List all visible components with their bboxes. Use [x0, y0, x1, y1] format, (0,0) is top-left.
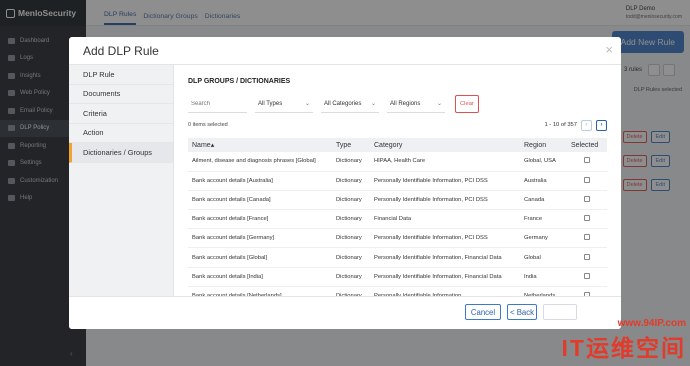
cell-name: Bank account details [France]	[188, 209, 332, 230]
cell-region: Germany	[520, 228, 567, 249]
nav-item-dictionaries-groups[interactable]: Dictionaries / Groups	[69, 143, 173, 163]
cell-name: Bank account details [Australia]	[188, 171, 332, 191]
cell-type: Dictionary	[332, 190, 370, 211]
next-page-button[interactable]: ›	[596, 119, 607, 131]
cell-category: Personally Identifiable Information, PCI…	[370, 190, 520, 211]
table-row[interactable]: Bank account details [France] Dictionary F…	[188, 209, 607, 230]
category-select[interactable]: All Categories ⌄	[321, 95, 379, 113]
region-select[interactable]: All Regions ⌄	[387, 95, 445, 113]
select-checkbox[interactable]	[584, 215, 590, 222]
nav-item-documents[interactable]: Documents	[69, 85, 173, 104]
selection-row: 0 items selected 1 - 10 of 357 ‹ ›	[188, 119, 607, 131]
cell-region: France	[520, 209, 567, 230]
column-header-region[interactable]: Region	[520, 138, 567, 152]
chevron-down-icon: ⌄	[370, 101, 376, 107]
cell-type: Dictionary	[332, 171, 370, 191]
cancel-button[interactable]: Cancel	[465, 304, 501, 320]
cell-category: Personally Identifiable Information, PCI…	[370, 228, 520, 249]
filter-bar: All Types ⌄ All Categories ⌄ All Regions…	[188, 95, 607, 113]
modal-title: Add DLP Rule	[83, 43, 159, 58]
cell-type: Dictionary	[332, 152, 370, 172]
cell-selected	[567, 228, 607, 249]
cell-selected	[567, 152, 607, 172]
select-checkbox[interactable]	[584, 176, 590, 183]
selected-count: 0 items selected	[188, 122, 228, 128]
wizard-nav: DLP Rule Documents Criteria Action Dicti…	[69, 65, 174, 296]
back-button[interactable]: < Back	[507, 304, 537, 320]
select-checkbox[interactable]	[584, 195, 590, 202]
nav-item-action[interactable]: Action	[69, 124, 173, 143]
cell-category: Personally Identifiable Information, PCI…	[370, 171, 520, 191]
cell-category: Personally Identifiable Information, Fin…	[370, 247, 520, 268]
cell-category: Financial Data	[370, 209, 520, 230]
cell-name: Bank account details [India]	[188, 267, 332, 287]
watermark: www.94IP.com IT运维空间	[562, 318, 686, 363]
select-checkbox[interactable]	[584, 157, 590, 164]
table-row[interactable]: Bank account details [India] Dictionary Pe…	[188, 267, 607, 287]
column-header-type[interactable]: Type	[332, 138, 370, 152]
table-row[interactable]: Bank account details [Canada] Dictionary P…	[188, 190, 607, 211]
chevron-down-icon: ⌄	[304, 101, 310, 107]
sort-asc-icon: ▴	[210, 142, 215, 149]
close-icon[interactable]: ×	[605, 42, 613, 57]
watermark-text: IT运维空间	[561, 335, 686, 361]
cell-name: Bank account details [Germany]	[188, 228, 332, 249]
add-dlp-rule-modal: Add DLP Rule × DLP Rule Documents Criter…	[69, 37, 621, 329]
type-select[interactable]: All Types ⌄	[255, 95, 313, 113]
cell-selected	[567, 190, 607, 211]
cell-type: Dictionary	[332, 228, 370, 249]
cell-name: Bank account details [Global]	[188, 247, 332, 268]
pagination: 1 - 10 of 357 ‹ ›	[544, 119, 607, 131]
cell-type: Dictionary	[332, 209, 370, 230]
dictionary-table: Name▴ Type Category Region Selected Ailm…	[188, 138, 607, 307]
table-row[interactable]: Bank account details [Global] Dictionary P…	[188, 247, 607, 268]
modal-footer: Cancel < Back	[69, 296, 621, 329]
cell-category: Personally Identifiable Information, Fin…	[370, 267, 520, 287]
page-range: 1 - 10 of 357	[544, 122, 577, 128]
chevron-down-icon: ⌄	[436, 101, 442, 107]
table-row[interactable]: Bank account details [Australia] Dictiona…	[188, 171, 607, 191]
select-checkbox[interactable]	[584, 253, 590, 260]
watermark-url: www.94IP.com	[617, 318, 686, 329]
select-checkbox[interactable]	[584, 272, 590, 279]
column-header-category[interactable]: Category	[370, 138, 520, 152]
table-header-row: Name▴ Type Category Region Selected	[188, 138, 607, 152]
cell-selected	[567, 267, 607, 287]
cell-name: Bank account details [Canada]	[188, 190, 332, 211]
cell-category: HIPAA, Health Care	[370, 152, 520, 172]
cell-selected	[567, 247, 607, 268]
nav-item-criteria[interactable]: Criteria	[69, 104, 173, 124]
cell-region: Global	[520, 247, 567, 268]
modal-header: Add DLP Rule	[69, 37, 621, 65]
column-header-name[interactable]: Name▴	[188, 138, 332, 152]
cell-selected	[567, 209, 607, 230]
table-row[interactable]: Bank account details [Germany] Dictionary…	[188, 228, 607, 249]
cell-region: India	[520, 267, 567, 287]
section-title: DLP GROUPS / DICTIONARIES	[188, 78, 291, 85]
cell-type: Dictionary	[332, 247, 370, 268]
cell-region: Global, USA	[520, 152, 567, 172]
select-checkbox[interactable]	[584, 234, 590, 241]
cell-selected	[567, 171, 607, 191]
nav-item-dlp-rule[interactable]: DLP Rule	[69, 65, 173, 85]
prev-page-button[interactable]: ‹	[581, 119, 592, 131]
column-header-selected: Selected	[567, 138, 607, 152]
dictionaries-panel: DLP GROUPS / DICTIONARIES All Types ⌄ Al…	[174, 65, 621, 307]
search-input[interactable]	[188, 95, 247, 113]
cell-region: Canada	[520, 190, 567, 211]
clear-button[interactable]: Clear	[455, 95, 479, 113]
cell-name: Ailment, disease and diagnosis phrases […	[188, 152, 332, 172]
cell-region: Australia	[520, 171, 567, 191]
table-row[interactable]: Ailment, disease and diagnosis phrases […	[188, 152, 607, 172]
cell-type: Dictionary	[332, 267, 370, 287]
